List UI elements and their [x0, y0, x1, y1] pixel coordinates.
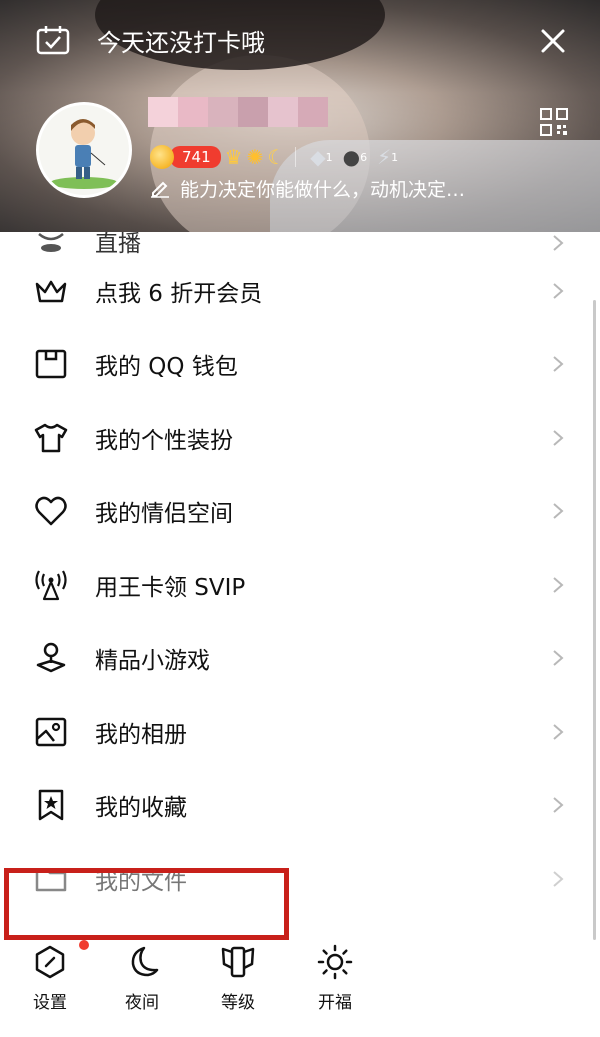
sun-icon [317, 944, 353, 980]
chevron-right-icon [553, 282, 564, 299]
crown-icon [35, 280, 67, 302]
level-wings-icon [221, 946, 255, 978]
menu-item-photo-album[interactable]: 我的相册 [0, 695, 600, 769]
signature-text: 能力决定你能做什么，动机决定… [180, 178, 466, 201]
night-mode-button[interactable]: 夜间 [107, 942, 177, 1013]
qr-code-icon[interactable] [540, 108, 568, 136]
night-label: 夜间 [125, 993, 159, 1013]
profile-header: 今天还没打卡哦 741 ♛ ✺ ☾ ◆ 1 ● 6 ⚡ 1 能力决定你能做什么，… [0, 0, 600, 232]
nickname-redacted [148, 97, 328, 127]
menu-item-favorites[interactable]: 我的收藏 [0, 769, 600, 843]
blessing-button[interactable]: 开福 [300, 942, 370, 1013]
menu-item-label: 我的收藏 [95, 795, 187, 822]
joystick-icon [36, 643, 66, 673]
menu-item-label: 我的个性装扮 [95, 427, 233, 454]
wallet-icon [35, 350, 67, 379]
badge-count: 1 [325, 150, 333, 164]
pencil-icon [151, 181, 169, 198]
settings-button[interactable]: 设置 [15, 940, 89, 1013]
menu-item-personalization[interactable]: 我的个性装扮 [0, 401, 600, 475]
moon-badge-icon: ☾ [267, 145, 286, 169]
chevron-right-icon [553, 797, 564, 814]
checkin-reminder[interactable]: 今天还没打卡哦 [97, 23, 265, 58]
antenna-icon [35, 570, 67, 600]
menu-item-label: 精品小游戏 [95, 648, 210, 675]
chevron-right-icon [553, 503, 564, 520]
chevron-right-icon [553, 723, 564, 740]
menu-item-couple-space[interactable]: 我的情侣空间 [0, 475, 600, 549]
avatar-image [39, 105, 129, 195]
menu-item-vip-discount[interactable]: 点我 6 折开会员 [0, 254, 600, 328]
chevron-right-icon [553, 356, 564, 373]
menu-item-label: 我的相册 [95, 721, 187, 748]
chevron-right-icon [553, 429, 564, 446]
chevron-right-icon [553, 870, 564, 887]
settings-hexagon-icon [35, 945, 65, 979]
menu-list: 直播 点我 6 折开会员 我的 QQ 钱包 我的个性装扮 我的情侣空间 用王卡领… [0, 232, 600, 916]
diamond-badge-icon: ◆ [310, 145, 326, 169]
penguin-badge-icon: ● [342, 145, 361, 169]
level-label: 等级 [221, 993, 255, 1013]
coin-icon [150, 145, 174, 169]
menu-item-label: 点我 6 折开会员 [95, 280, 263, 307]
sun-badge-icon: ✺ [246, 145, 264, 169]
bookmark-icon [38, 790, 64, 821]
level-button[interactable]: 等级 [203, 942, 273, 1013]
menu-item-live[interactable]: 直播 [0, 232, 600, 254]
bottom-toolbar: 设置 夜间 等级 开福 [0, 940, 600, 1037]
highlight-box [4, 868, 289, 940]
menu-item-label: 我的情侣空间 [95, 501, 233, 528]
lightning-badge-icon: ⚡ [377, 145, 392, 169]
settings-label: 设置 [33, 993, 67, 1013]
photo-album-icon [35, 717, 67, 746]
menu-item-label: 用王卡领 SVIP [95, 574, 246, 601]
signature-row[interactable]: 能力决定你能做什么，动机决定… [150, 176, 466, 201]
scrollbar[interactable] [593, 300, 596, 940]
menu-item-wallet[interactable]: 我的 QQ 钱包 [0, 328, 600, 402]
level-number: 741 [170, 146, 221, 168]
chevron-right-icon [553, 235, 564, 251]
crown-badge-icon: ♛ [224, 145, 243, 169]
menu-item-label: 直播 [95, 232, 141, 254]
notification-dot [79, 940, 89, 950]
menu-item-mini-games[interactable]: 精品小游戏 [0, 622, 600, 696]
level-badges[interactable]: 741 ♛ ✺ ☾ ◆ 1 ● 6 ⚡ 1 [150, 143, 398, 171]
badge-count: 6 [360, 150, 368, 164]
badge-count: 1 [391, 150, 399, 164]
moon-icon [131, 946, 159, 977]
blessing-label: 开福 [318, 993, 352, 1013]
chevron-right-icon [553, 650, 564, 667]
avatar[interactable] [36, 102, 132, 198]
close-icon[interactable] [540, 28, 566, 54]
tshirt-icon [34, 423, 68, 452]
calendar-check-icon[interactable] [36, 25, 70, 55]
live-icon [38, 233, 64, 252]
heart-icon [35, 496, 67, 526]
chevron-right-icon [553, 576, 564, 593]
menu-item-king-card-svip[interactable]: 用王卡领 SVIP [0, 548, 600, 622]
menu-item-label: 我的 QQ 钱包 [95, 354, 238, 381]
